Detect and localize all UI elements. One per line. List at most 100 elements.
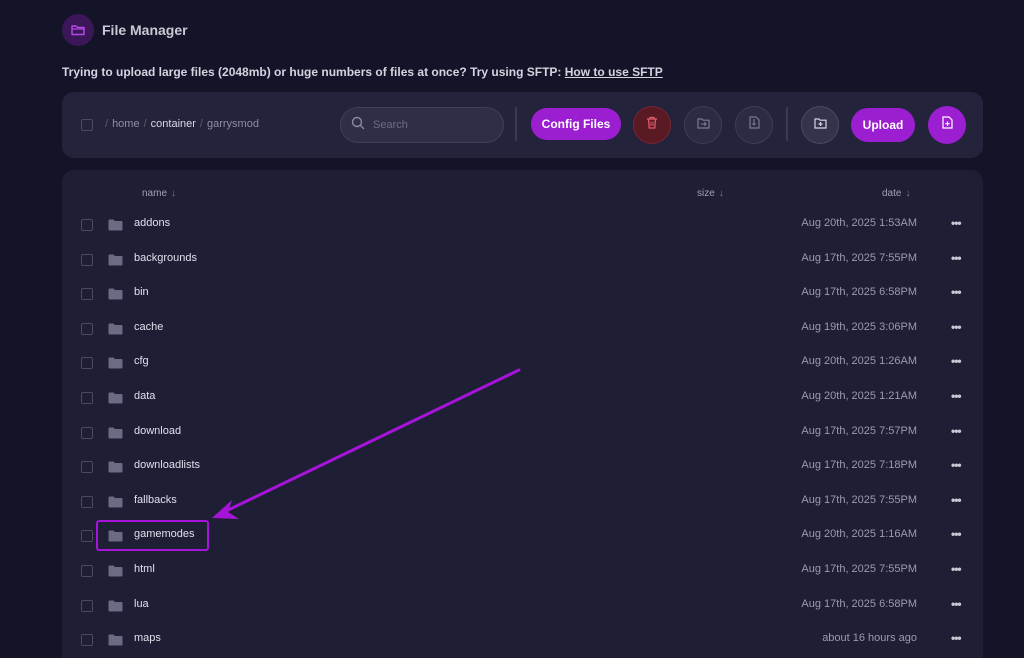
file-row-bin[interactable]: bin Aug 17th, 2025 6:58PM •••: [62, 276, 983, 310]
new-file-button[interactable]: [928, 106, 966, 144]
more-options-icon[interactable]: •••: [951, 389, 962, 403]
file-row-html[interactable]: html Aug 17th, 2025 7:55PM •••: [62, 553, 983, 587]
toolbar-divider: [786, 107, 788, 141]
sftp-notice: Trying to upload large files (2048mb) or…: [62, 65, 663, 79]
row-checkbox[interactable]: [81, 426, 93, 439]
folder-icon: [108, 460, 123, 478]
folder-icon: [108, 599, 123, 617]
more-options-icon[interactable]: •••: [951, 631, 962, 645]
more-options-icon[interactable]: •••: [951, 354, 962, 368]
more-options-icon[interactable]: •••: [951, 424, 962, 438]
more-options-icon[interactable]: •••: [951, 493, 962, 507]
breadcrumb-garrysmod[interactable]: garrysmod: [207, 118, 259, 130]
folder-icon: [108, 391, 123, 409]
upload-button[interactable]: Upload: [851, 108, 915, 142]
row-checkbox[interactable]: [81, 461, 93, 474]
search-box[interactable]: [340, 107, 504, 143]
row-checkbox[interactable]: [81, 599, 93, 612]
file-date: about 16 hours ago: [822, 632, 917, 645]
trash-icon: [646, 116, 658, 134]
more-options-icon[interactable]: •••: [951, 285, 962, 299]
search-icon: [351, 116, 365, 135]
file-name[interactable]: html: [134, 563, 155, 575]
file-manager-app: File Manager Trying to upload large file…: [0, 0, 1024, 658]
row-checkbox[interactable]: [81, 322, 93, 335]
more-options-icon[interactable]: •••: [951, 216, 962, 230]
folder-icon: [108, 426, 123, 444]
file-plus-icon: [941, 116, 953, 134]
column-header-name[interactable]: name ↓: [142, 188, 176, 199]
more-options-icon[interactable]: •••: [951, 527, 962, 541]
more-options-icon[interactable]: •••: [951, 251, 962, 265]
folder-plus-icon: [813, 116, 827, 134]
sftp-help-link[interactable]: How to use SFTP: [565, 65, 663, 79]
file-row-data[interactable]: data Aug 20th, 2025 1:21AM •••: [62, 380, 983, 414]
file-name[interactable]: addons: [134, 217, 170, 229]
file-row-maps[interactable]: maps about 16 hours ago •••: [62, 622, 983, 656]
row-checkbox[interactable]: [81, 219, 93, 231]
page-title: File Manager: [102, 22, 188, 38]
folder-icon: [108, 564, 123, 582]
row-checkbox[interactable]: [81, 392, 93, 404]
file-date: Aug 17th, 2025 7:55PM: [801, 563, 917, 575]
row-checkbox[interactable]: [81, 253, 93, 266]
file-row-addons[interactable]: addons Aug 20th, 2025 1:53AM •••: [62, 207, 983, 241]
column-header-size[interactable]: size ↓: [697, 188, 724, 199]
file-date: Aug 20th, 2025 1:16AM: [801, 528, 917, 541]
page-header: File Manager: [62, 14, 188, 46]
new-folder-button[interactable]: [801, 106, 839, 144]
row-checkbox[interactable]: [81, 495, 93, 508]
folder-icon: [108, 218, 123, 236]
file-row-cache[interactable]: cache Aug 19th, 2025 3:06PM •••: [62, 311, 983, 345]
file-row-cfg[interactable]: cfg Aug 20th, 2025 1:26AM •••: [62, 345, 983, 379]
folder-icon: [108, 322, 123, 340]
more-options-icon[interactable]: •••: [951, 562, 962, 576]
column-header-date[interactable]: date ↓: [882, 188, 910, 199]
file-date: Aug 20th, 2025 1:21AM: [801, 390, 917, 402]
file-name[interactable]: bin: [134, 286, 149, 298]
toolbar-divider: [515, 107, 517, 141]
file-date: Aug 17th, 2025 6:58PM: [801, 286, 917, 299]
folder-icon: [108, 287, 123, 305]
file-name[interactable]: backgrounds: [134, 252, 197, 264]
file-name[interactable]: fallbacks: [134, 494, 177, 506]
file-row-fallbacks[interactable]: fallbacks Aug 17th, 2025 7:55PM •••: [62, 484, 983, 518]
file-name[interactable]: cache: [134, 321, 163, 333]
more-options-icon[interactable]: •••: [951, 458, 962, 472]
file-row-download[interactable]: download Aug 17th, 2025 7:57PM •••: [62, 415, 983, 449]
column-name-label: name: [142, 188, 168, 199]
breadcrumb-home[interactable]: home: [112, 118, 140, 130]
more-options-icon[interactable]: •••: [951, 597, 962, 611]
search-input[interactable]: [373, 119, 493, 131]
row-checkbox[interactable]: [81, 530, 93, 543]
folder-icon: [108, 253, 123, 271]
breadcrumb-container[interactable]: container: [151, 118, 196, 130]
file-row-backgrounds[interactable]: backgrounds Aug 17th, 2025 7:55PM •••: [62, 242, 983, 276]
delete-button[interactable]: [633, 106, 671, 144]
select-all-checkbox[interactable]: [81, 119, 93, 131]
breadcrumb: / home / container / garrysmod: [105, 118, 259, 130]
file-date: Aug 20th, 2025 1:26AM: [801, 355, 917, 368]
row-checkbox[interactable]: [81, 634, 93, 647]
file-name[interactable]: maps: [134, 632, 161, 644]
row-checkbox[interactable]: [81, 288, 93, 301]
config-files-button[interactable]: Config Files: [531, 108, 621, 140]
sort-arrow-icon: ↓: [905, 188, 911, 199]
file-row-downloadlists[interactable]: downloadlists Aug 17th, 2025 7:18PM •••: [62, 449, 983, 483]
file-date: Aug 17th, 2025 7:55PM: [801, 251, 917, 264]
file-row-lua[interactable]: lua Aug 17th, 2025 6:58PM •••: [62, 588, 983, 622]
more-options-icon[interactable]: •••: [951, 320, 962, 334]
file-name[interactable]: downloadlists: [134, 459, 200, 471]
file-name[interactable]: cfg: [134, 355, 149, 367]
file-name[interactable]: download: [134, 425, 181, 437]
row-checkbox[interactable]: [81, 357, 93, 370]
row-checkbox[interactable]: [81, 565, 93, 577]
archive-button[interactable]: [735, 106, 773, 144]
move-button[interactable]: [684, 106, 722, 144]
file-archive-icon: [748, 116, 760, 134]
sort-arrow-icon: ↓: [718, 188, 724, 199]
file-name[interactable]: lua: [134, 598, 149, 610]
file-list: name ↓ size ↓ date ↓ addons Aug 20th, 2025 1…: [62, 170, 983, 658]
file-name[interactable]: data: [134, 390, 155, 402]
breadcrumb-separator: /: [105, 118, 109, 130]
